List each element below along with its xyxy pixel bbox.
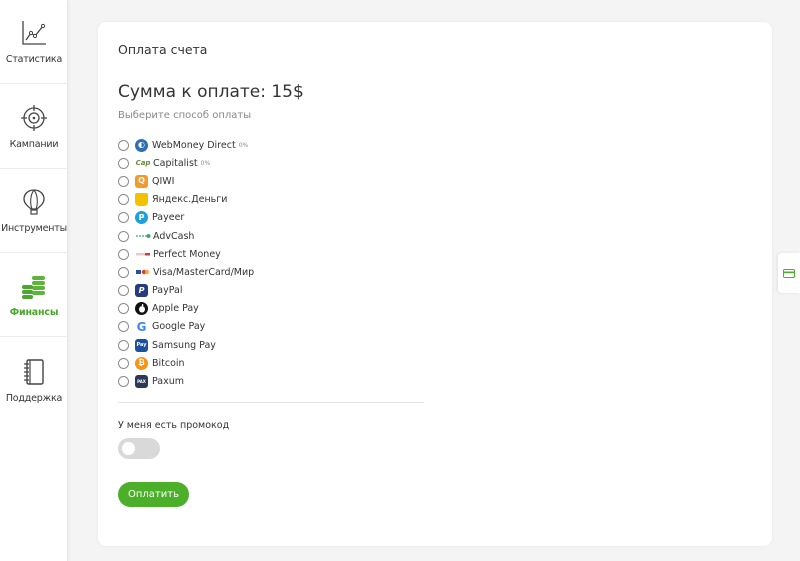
sidebar-item-statistics[interactable]: Статистика (0, 0, 68, 84)
radio-button[interactable] (118, 339, 129, 351)
apple-icon (135, 302, 148, 316)
paxum-icon: PAX (135, 375, 148, 389)
sidebar-item-tools[interactable]: Инструменты (0, 169, 68, 253)
radio-button[interactable] (118, 376, 129, 388)
side-panel-tab[interactable] (778, 253, 800, 293)
payment-method-label: Bitcoin (152, 357, 185, 369)
radio-button[interactable] (118, 194, 129, 206)
radio-button[interactable] (118, 321, 129, 333)
pay-button[interactable]: Оплатить (118, 482, 189, 507)
payment-method-label: AdvCash (153, 230, 195, 242)
balloon-icon (23, 189, 45, 215)
payment-method-label: Capitalist (153, 157, 198, 169)
payment-method-fee: 0% (238, 141, 249, 149)
sidebar-item-support[interactable]: Поддержка (0, 338, 68, 422)
radio-button[interactable] (118, 285, 129, 297)
payeer-icon: P (135, 211, 148, 225)
perfect-money-icon (135, 250, 151, 258)
payment-method-perfect-money[interactable]: Perfect Money (118, 245, 428, 263)
payment-method-label: Payeer (152, 212, 185, 224)
payment-method-label: Paxum (152, 376, 185, 388)
notebook-icon (24, 358, 44, 385)
payment-method-label: QIWI (152, 175, 175, 187)
paypal-icon: P (135, 284, 148, 298)
webmoney-icon: ◐ (135, 138, 148, 152)
payment-method-advcash[interactable]: AdvCash (118, 227, 428, 245)
sidebar-item-label: Кампании (9, 139, 59, 150)
radio-button[interactable] (118, 303, 129, 315)
radio-button[interactable] (118, 357, 129, 369)
sidebar-item-label: Поддержка (5, 392, 63, 404)
payment-method-label: WebMoney Direct (152, 139, 236, 151)
radio-button[interactable] (118, 175, 129, 187)
sidebar-item-label: Финансы (9, 307, 59, 318)
payment-method-label: Samsung Pay (152, 339, 216, 351)
payment-method-paypal[interactable]: P PayPal (118, 282, 428, 300)
payment-method-paxum[interactable]: PAX Paxum (118, 372, 428, 390)
payment-methods-list: ◐ WebMoney Direct 0% Cap Capitalist 0% Q… (118, 136, 428, 391)
sidebar-item-label: Инструменты (1, 223, 67, 234)
page-title: Оплата счета (118, 42, 208, 57)
radio-button[interactable] (118, 248, 129, 260)
payment-method-label: Google Pay (152, 321, 206, 333)
sidebar: Статистика Кампании Инструменты Финансы (0, 0, 68, 561)
radio-button[interactable] (118, 157, 129, 169)
card-icon (135, 268, 151, 276)
promo-code-toggle[interactable] (118, 438, 160, 459)
payment-method-label: Apple Pay (152, 303, 199, 315)
payment-method-label: Яндекс.Деньги (152, 194, 228, 206)
divider (118, 402, 424, 403)
samsung-pay-icon: Pay (135, 338, 148, 352)
capitalist-icon: Cap (135, 158, 151, 167)
google-icon: G (136, 319, 147, 334)
sidebar-item-label: Статистика (5, 54, 63, 65)
radio-button[interactable] (118, 139, 129, 151)
payment-method-samsung-pay[interactable]: Pay Samsung Pay (118, 336, 428, 354)
payment-card: Оплата счета Сумма к оплате: 15$ Выберит… (98, 22, 772, 546)
coins-icon (22, 276, 45, 299)
payment-method-payeer[interactable]: P Payeer (118, 209, 428, 227)
qiwi-icon: Q (135, 174, 148, 188)
payment-method-qiwi[interactable]: Q QIWI (118, 172, 428, 190)
payment-method-apple-pay[interactable]: Apple Pay (118, 300, 428, 318)
payment-method-label: Visa/MasterCard/Мир (153, 266, 255, 278)
radio-button[interactable] (118, 266, 129, 278)
payment-method-google-pay[interactable]: G Google Pay (118, 318, 428, 336)
payment-method-cards[interactable]: Visa/MasterCard/Мир (118, 263, 428, 281)
payment-amount: Сумма к оплате: 15$ (118, 82, 304, 102)
sidebar-item-finance[interactable]: Финансы (0, 253, 68, 337)
radio-button[interactable] (118, 212, 129, 224)
promo-code-label: У меня есть промокод (118, 420, 230, 431)
yandex-money-icon (135, 193, 148, 207)
payment-method-webmoney[interactable]: ◐ WebMoney Direct 0% (118, 136, 428, 154)
payment-method-hint: Выберите способ оплаты (118, 110, 252, 121)
radio-button[interactable] (118, 230, 129, 242)
payment-method-bitcoin[interactable]: ₿ Bitcoin (118, 354, 428, 372)
payment-method-label: PayPal (152, 285, 183, 297)
payment-method-label: Perfect Money (153, 248, 221, 260)
bitcoin-icon: ₿ (135, 356, 148, 370)
advcash-icon (135, 232, 151, 240)
payment-method-fee: 0% (200, 159, 211, 167)
payment-method-capitalist[interactable]: Cap Capitalist 0% (118, 154, 428, 172)
target-icon (21, 105, 47, 131)
chart-icon (22, 21, 46, 45)
toggle-knob (122, 442, 135, 455)
credit-card-icon (783, 268, 795, 278)
sidebar-item-campaigns[interactable]: Кампании (0, 85, 68, 169)
payment-method-yandex-money[interactable]: Яндекс.Деньги (118, 191, 428, 209)
